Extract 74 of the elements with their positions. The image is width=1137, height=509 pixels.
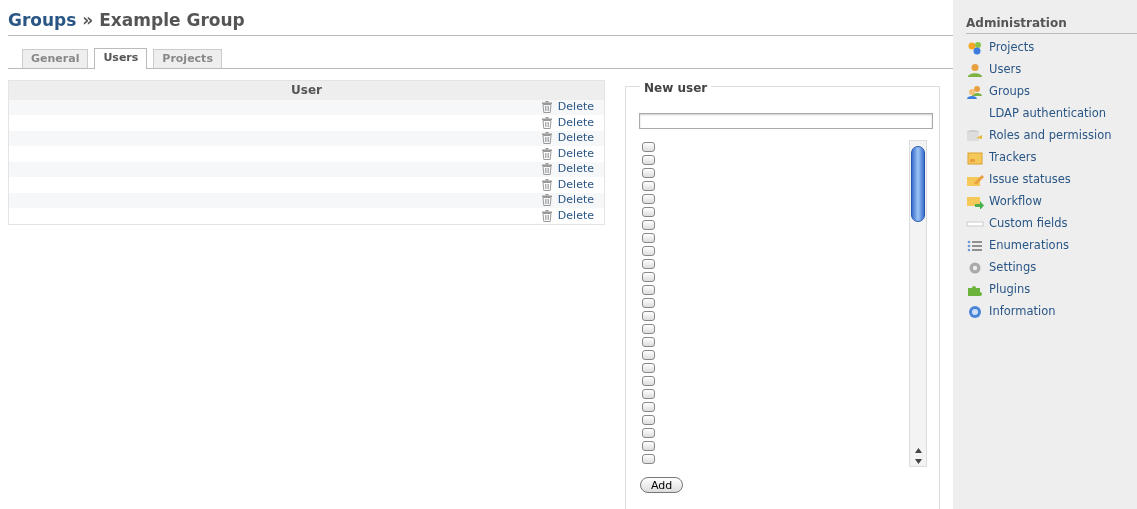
trash-icon <box>540 194 553 207</box>
checkbox[interactable] <box>642 324 655 334</box>
trash-icon <box>540 209 553 222</box>
sidebar-link[interactable]: Projects <box>966 37 1137 59</box>
user-icon <box>966 63 984 77</box>
trash-icon <box>540 101 553 114</box>
delete-link[interactable]: Delete <box>557 207 594 224</box>
sidebar-link[interactable]: Custom fields <box>966 213 1137 235</box>
scrollbar[interactable] <box>909 140 927 467</box>
delete-link[interactable]: Delete <box>557 145 594 162</box>
list-icon <box>966 239 984 253</box>
checkbox[interactable] <box>642 168 655 178</box>
checkbox[interactable] <box>642 285 655 295</box>
checkbox[interactable] <box>642 389 655 399</box>
folders-icon <box>966 41 984 55</box>
sidebar-link[interactable]: Users <box>966 59 1137 81</box>
sidebar-link[interactable]: Workflow <box>966 191 1137 213</box>
checkbox[interactable] <box>642 233 655 243</box>
trash-icon <box>540 132 553 145</box>
delete-link[interactable]: Delete <box>557 130 594 147</box>
people-icon <box>966 85 984 99</box>
delete-link[interactable]: Delete <box>557 99 594 116</box>
trash-icon <box>540 116 553 129</box>
scrollbar-thumb[interactable] <box>911 146 925 222</box>
card-arrow-icon <box>966 195 984 209</box>
checkbox[interactable] <box>642 454 655 464</box>
add-button[interactable]: Add <box>640 477 684 493</box>
delete-link[interactable]: Delete <box>557 192 594 209</box>
checkbox[interactable] <box>642 415 655 425</box>
sidebar-link[interactable]: Trackers <box>966 147 1137 169</box>
checkbox[interactable] <box>642 376 655 386</box>
checkbox[interactable] <box>642 272 655 282</box>
checkbox[interactable] <box>642 194 655 204</box>
sidebar-link[interactable]: Roles and permission <box>966 125 1137 147</box>
checkbox[interactable] <box>642 441 655 451</box>
sidebar-link[interactable]: Information <box>966 301 1137 323</box>
checkbox[interactable] <box>642 259 655 269</box>
delete-link[interactable]: Delete <box>557 176 594 193</box>
sidebar-link[interactable]: LDAP authentication <box>966 103 1137 125</box>
page-title: Example Group <box>99 10 245 30</box>
card-icon <box>966 151 984 165</box>
sidebar-link[interactable]: Groups <box>966 81 1137 103</box>
sidebar-link[interactable]: Plugins <box>966 279 1137 301</box>
puzzle-icon <box>966 283 984 297</box>
sidebar-title: Administration <box>966 14 1137 34</box>
checkbox[interactable] <box>642 181 655 191</box>
search-field[interactable] <box>639 112 933 129</box>
column-header: User <box>9 80 604 100</box>
sidebar-link[interactable]: Settings <box>966 257 1137 279</box>
breadcrumb-link[interactable]: Groups <box>8 10 77 30</box>
checkbox[interactable] <box>642 350 655 360</box>
delete-link[interactable]: Delete <box>557 161 594 178</box>
checkbox[interactable] <box>642 246 655 256</box>
checkbox[interactable] <box>642 142 655 152</box>
breadcrumb-separator: » <box>82 10 94 30</box>
sidebar-link[interactable]: Enumerations <box>966 235 1137 257</box>
checkbox[interactable] <box>642 207 655 217</box>
trash-icon <box>540 178 553 191</box>
database-key-icon <box>966 129 984 143</box>
delete-link[interactable]: Delete <box>557 114 594 131</box>
checkbox[interactable] <box>642 402 655 412</box>
tab[interactable]: Users <box>94 47 148 69</box>
checkbox[interactable] <box>642 337 655 347</box>
checkbox[interactable] <box>642 220 655 230</box>
info-icon <box>966 305 984 319</box>
trash-icon <box>540 163 553 176</box>
checkbox[interactable] <box>642 298 655 308</box>
pencil-card-icon <box>966 173 984 187</box>
trash-icon <box>540 147 553 160</box>
checkbox[interactable] <box>642 311 655 321</box>
checkbox[interactable] <box>642 428 655 438</box>
sidebar-link[interactable]: Issue statuses <box>966 169 1137 191</box>
checkbox[interactable] <box>642 155 655 165</box>
checkbox[interactable] <box>642 363 655 373</box>
